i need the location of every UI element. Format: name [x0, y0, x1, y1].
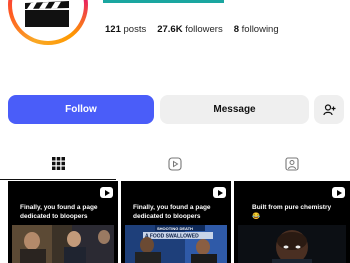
- tab-reels[interactable]: [117, 150, 233, 180]
- post-caption: Finally, you found a page dedicated to b…: [133, 204, 211, 220]
- following-count: 8: [233, 24, 240, 35]
- followers-label: followers: [185, 24, 223, 35]
- profile-avatar[interactable]: [8, 0, 88, 45]
- post-thumbnail[interactable]: Finally, you found a page dedicated to b…: [121, 181, 231, 263]
- tagged-icon: [285, 157, 299, 171]
- reel-play-icon: [100, 187, 113, 198]
- post-image: [12, 225, 114, 263]
- reel-play-icon: [332, 187, 345, 198]
- following-label: following: [241, 24, 279, 35]
- post-thumbnail[interactable]: Built from pure chemistry 😂: [234, 181, 350, 263]
- follow-button[interactable]: Follow: [8, 95, 154, 124]
- name-highlight-bar: [103, 0, 224, 3]
- post-image: SHOOTING DEATH A FOOD SWALLOWED: [125, 225, 227, 263]
- posts-grid: Finally, you found a page dedicated to b…: [8, 181, 350, 263]
- add-user-icon: [322, 103, 335, 115]
- following-stat[interactable]: 8 following: [234, 24, 279, 35]
- post-image: [238, 225, 346, 263]
- suggested-users-button[interactable]: [314, 95, 344, 124]
- followers-count: 27.6K: [157, 24, 183, 35]
- post-caption: Built from pure chemistry 😂: [252, 204, 332, 220]
- posts-stat[interactable]: 121 posts: [105, 24, 146, 35]
- posts-count: 121: [105, 24, 121, 35]
- overlay-text-headline: A FOOD SWALLOWED: [145, 234, 199, 240]
- profile-actions: Follow Message: [8, 95, 350, 124]
- reel-play-icon: [213, 187, 226, 198]
- post-thumbnail[interactable]: Finally, you found a page dedicated to b…: [8, 181, 118, 263]
- clapperboard-icon: [25, 1, 69, 27]
- tab-tagged[interactable]: [234, 150, 350, 180]
- tab-posts[interactable]: [0, 150, 116, 180]
- profile-stats: 121 posts 27.6K followers 8 following: [105, 24, 279, 35]
- grid-icon: [51, 157, 65, 170]
- profile-tabs: [0, 150, 350, 180]
- post-caption: Finally, you found a page dedicated to b…: [20, 204, 98, 220]
- followers-stat[interactable]: 27.6K followers: [157, 24, 223, 35]
- overlay-text-top: SHOOTING DEATH: [157, 226, 193, 231]
- message-button[interactable]: Message: [160, 95, 309, 124]
- posts-label: posts: [123, 24, 147, 35]
- reels-icon: [168, 157, 182, 171]
